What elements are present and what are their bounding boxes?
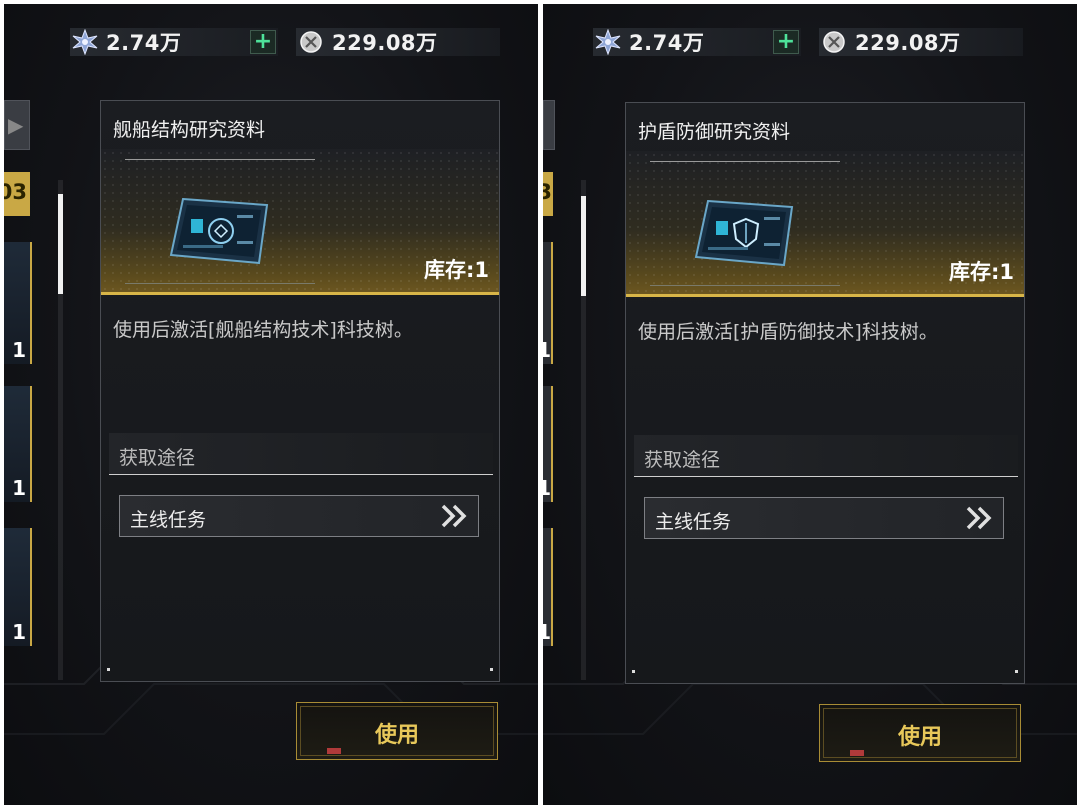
list-item-top[interactable]: 03 [4,172,30,216]
item-name: 舰船结构研究资料 [113,119,266,141]
item-name: 护盾防御研究资料 [638,121,791,143]
double-chevron-right-icon [966,506,992,530]
scrollbar-thumb[interactable] [581,196,586,296]
coin-value: 229.08万 [332,31,438,55]
item-description: 使用后激活[护盾防御技术]科技树。 [638,321,938,343]
item-banner: 库存:1 [626,151,1024,297]
item-banner: 库存:1 [101,149,499,295]
item-description: 使用后激活[舰船结构技术]科技树。 [113,319,413,341]
star-crystal-icon [70,28,100,56]
list-up-tab[interactable] [543,100,555,150]
source-main-quest-button[interactable]: 主线任务 [644,497,1004,539]
coin-icon [296,28,326,56]
list-item[interactable]: 1 [543,528,553,646]
list-up-tab[interactable]: ▶ [4,100,30,150]
list-item[interactable]: 1 [4,242,32,364]
stock-count: 库存:1 [948,260,1014,284]
right-screenshot-panel: 2.74万 + 229.08万 3 1 1 1 护盾防御研究资料 库存:1 使用… [543,4,1077,805]
add-crystal-button[interactable]: + [773,30,799,54]
left-screenshot-panel: 2.74万 + 229.08万 ▶ 03 1 1 1 舰船结构研究资料 库存:1… [4,4,538,805]
coin-icon [819,28,849,56]
list-scrollbar[interactable] [581,180,586,680]
list-item-top[interactable]: 3 [543,172,553,216]
list-item[interactable]: 1 [543,386,553,502]
scrollbar-thumb[interactable] [58,194,63,294]
crystal-value: 2.74万 [629,31,705,55]
list-item[interactable]: 1 [4,386,32,502]
source-main-quest-button[interactable]: 主线任务 [119,495,479,537]
coin-resource: 229.08万 [819,28,1023,56]
stock-count: 库存:1 [423,258,489,282]
research-data-card-icon [694,199,794,267]
item-detail-card: 护盾防御研究资料 库存:1 使用后激活[护盾防御技术]科技树。 获取途径 主线任… [625,102,1025,684]
use-button[interactable]: 使用 [819,704,1021,762]
crystal-resource: 2.74万 + [70,28,278,56]
coin-value: 229.08万 [855,31,961,55]
list-item[interactable]: 1 [543,242,553,364]
crystal-value: 2.74万 [106,31,182,55]
use-button[interactable]: 使用 [296,702,498,760]
item-detail-card: 舰船结构研究资料 库存:1 使用后激活[舰船结构技术]科技树。 获取途径 主线任… [100,100,500,682]
double-chevron-right-icon [441,504,467,528]
list-scrollbar[interactable] [58,180,63,680]
star-crystal-icon [593,28,623,56]
crystal-resource: 2.74万 + [593,28,801,56]
research-data-card-icon [169,197,269,265]
acquisition-header: 获取途径 [634,435,1018,477]
acquisition-header: 获取途径 [109,433,493,475]
add-crystal-button[interactable]: + [250,30,276,54]
list-item[interactable]: 1 [4,528,32,646]
coin-resource: 229.08万 [296,28,500,56]
